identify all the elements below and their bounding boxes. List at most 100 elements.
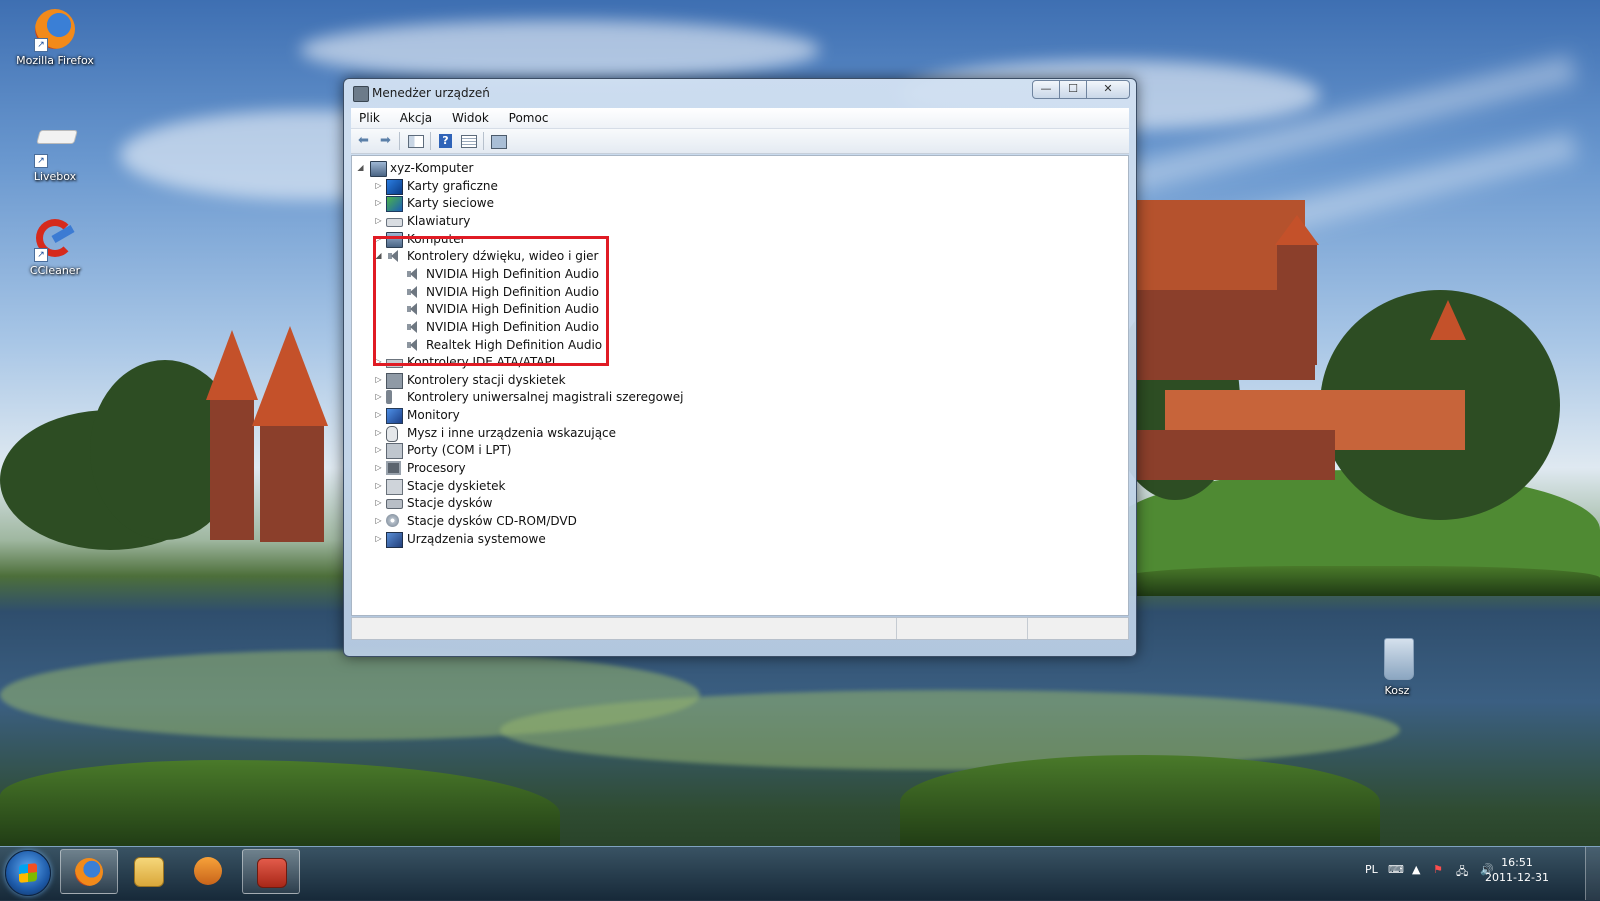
collapse-triangle-icon[interactable]: ◢	[374, 247, 383, 265]
expand-triangle-icon[interactable]: ▷	[374, 406, 383, 424]
expand-triangle-icon[interactable]: ▷	[374, 477, 383, 495]
maximize-button[interactable]: ☐	[1059, 80, 1087, 99]
tree-category-label: Porty (COM i LPT)	[407, 443, 512, 458]
livebox-icon: ↗	[32, 122, 78, 168]
shortcut-arrow-icon: ↗	[34, 154, 48, 168]
minimize-button[interactable]: —	[1032, 80, 1060, 99]
device-manager-window: Menedżer urządzeń — ☐ ✕ Plik Akcja Widok…	[343, 78, 1137, 657]
start-button[interactable]	[5, 850, 51, 896]
taskbar-media-player[interactable]	[180, 849, 236, 892]
expand-triangle-icon[interactable]: ▷	[374, 212, 383, 230]
cloud	[300, 20, 820, 80]
ccleaner-icon: ↗	[32, 216, 78, 262]
collapse-triangle-icon[interactable]: ◢	[356, 159, 365, 177]
expand-triangle-icon[interactable]: ▷	[374, 371, 383, 389]
tree-category-label: Kontrolery stacji dyskietek	[407, 372, 566, 387]
system-devices-icon	[386, 531, 403, 548]
tree-category-label: Karty sieciowe	[407, 196, 495, 211]
firefox-icon: ↗	[32, 6, 78, 52]
desktop-icon-recycle-bin[interactable]: Kosz	[1352, 636, 1442, 697]
expand-triangle-icon[interactable]: ▷	[374, 512, 383, 530]
desktop-icon-firefox[interactable]: ↗ Mozilla Firefox	[10, 6, 100, 67]
forward-arrow-icon[interactable]: ➡	[377, 133, 394, 149]
desktop-icon-label: CCleaner	[29, 264, 81, 277]
title-bar[interactable]: Menedżer urządzeń — ☐ ✕	[344, 79, 1136, 107]
keyboard-icon	[386, 217, 403, 227]
castle-left	[200, 326, 340, 550]
speaker-icon	[405, 302, 420, 316]
speaker-icon	[405, 320, 420, 334]
taskbar-device-manager[interactable]	[242, 849, 300, 894]
menu-plik[interactable]: Plik	[351, 108, 388, 128]
grass	[900, 755, 1380, 850]
expand-triangle-icon[interactable]: ▷	[374, 353, 383, 371]
expand-triangle-icon[interactable]: ▷	[374, 494, 383, 512]
castle-right	[1135, 190, 1466, 490]
tree-category-label: Kontrolery IDE ATA/ATAPI	[407, 355, 556, 370]
properties-pane-icon[interactable]	[407, 133, 424, 149]
expand-triangle-icon[interactable]: ▷	[374, 441, 383, 459]
tree-category-label: Procesory	[407, 461, 466, 476]
window-controls: — ☐ ✕	[1032, 80, 1130, 99]
toolbar-separator	[430, 132, 431, 150]
desktop-icon-ccleaner[interactable]: ↗ CCleaner	[10, 216, 100, 277]
action-center-flag-icon[interactable]: ⚑	[1433, 863, 1443, 876]
language-indicator[interactable]: PL	[1365, 863, 1378, 876]
shortcut-arrow-icon: ↗	[34, 248, 48, 262]
help-icon[interactable]: ?	[437, 133, 454, 149]
menu-pomoc[interactable]: Pomoc	[501, 108, 557, 128]
expand-triangle-icon[interactable]: ▷	[374, 194, 383, 212]
scan-hardware-icon[interactable]	[490, 133, 507, 149]
speaker-icon	[405, 267, 420, 281]
expand-triangle-icon[interactable]: ▷	[374, 230, 383, 248]
expand-triangle-icon[interactable]: ▷	[374, 177, 383, 195]
device-manager-icon	[353, 86, 369, 102]
close-button[interactable]: ✕	[1086, 80, 1130, 99]
expand-triangle-icon[interactable]: ▷	[374, 530, 383, 548]
speaker-icon	[405, 338, 420, 352]
ide-controller-icon	[386, 359, 403, 369]
tree-category-label: Monitory	[407, 408, 460, 423]
grass	[0, 760, 560, 850]
expand-triangle-icon[interactable]: ▷	[374, 459, 383, 477]
recycle-bin-icon	[1374, 636, 1420, 682]
taskbar-explorer[interactable]	[120, 849, 176, 892]
expand-triangle-icon[interactable]: ▷	[374, 424, 383, 442]
toolbar-separator	[399, 132, 400, 150]
expand-triangle-icon[interactable]: ▷	[374, 388, 383, 406]
details-view-icon[interactable]	[460, 133, 477, 149]
port-icon	[386, 443, 403, 460]
tree-device-label: NVIDIA High Definition Audio	[426, 284, 599, 299]
clock-date: 2011-12-31	[1485, 871, 1549, 884]
network-icon[interactable]: 🖧	[1456, 863, 1468, 882]
taskbar-firefox[interactable]	[60, 849, 118, 894]
status-bar	[351, 617, 1129, 640]
desktop-icon-label: Kosz	[1384, 684, 1410, 697]
windows-logo-icon	[19, 863, 37, 883]
floppy-drive-icon	[386, 478, 403, 495]
window-title: Menedżer urządzeń	[372, 86, 490, 100]
show-desktop-button[interactable]	[1585, 847, 1600, 900]
tower-roof	[1275, 215, 1319, 245]
tower	[210, 400, 254, 540]
processor-icon	[386, 461, 401, 476]
tree-device-label: NVIDIA High Definition Audio	[426, 319, 599, 334]
computer-icon	[386, 231, 403, 248]
shortcut-arrow-icon: ↗	[34, 38, 48, 52]
keyboard-icon[interactable]: ⌨	[1388, 863, 1404, 876]
tree-device-label: NVIDIA High Definition Audio	[426, 302, 599, 317]
desktop-icon-livebox[interactable]: ↗ Livebox	[10, 122, 100, 183]
menu-widok[interactable]: Widok	[444, 108, 497, 128]
tree-category-label: Stacje dysków	[407, 496, 493, 511]
show-hidden-icons-icon[interactable]: ▲	[1412, 863, 1420, 876]
menu-akcja[interactable]: Akcja	[392, 108, 440, 128]
computer-icon	[370, 161, 387, 177]
clock[interactable]: 16:51 2011-12-31	[1482, 855, 1552, 885]
clock-time: 16:51	[1501, 856, 1533, 869]
monitor-icon	[386, 408, 403, 425]
back-arrow-icon[interactable]: ⬅	[355, 133, 372, 149]
device-tree[interactable]: ◢ xyz-Komputer ▷ Karty graficzne ▷ Karty si…	[351, 155, 1129, 616]
network-adapter-icon	[386, 196, 403, 213]
media-player-icon	[194, 857, 222, 885]
toolbar-separator	[483, 132, 484, 150]
